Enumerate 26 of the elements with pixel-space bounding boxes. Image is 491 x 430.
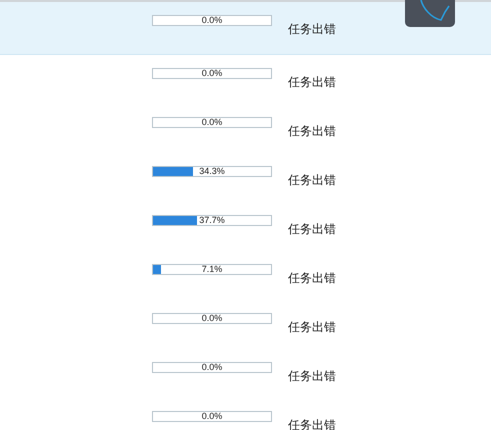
status-text: 任务出错 — [288, 270, 336, 286]
progress-text: 0.0% — [200, 117, 224, 128]
progress-text: 0.0% — [200, 411, 224, 422]
app-icon[interactable] — [405, 0, 455, 27]
progress-text: 0.0% — [200, 15, 224, 26]
progress-text: 0.0% — [200, 362, 224, 373]
progress-text: 37.7% — [198, 215, 226, 226]
task-row[interactable]: 0.0% 任务出错 — [0, 104, 491, 153]
task-row[interactable]: 0.0% 任务出错 — [0, 349, 491, 398]
status-text: 任务出错 — [288, 123, 336, 139]
status-text: 任务出错 — [288, 172, 336, 188]
progress-text: 0.0% — [200, 313, 224, 324]
status-text: 任务出错 — [288, 368, 336, 384]
status-text: 任务出错 — [288, 319, 336, 335]
task-row[interactable]: 37.7% 任务出错 — [0, 202, 491, 251]
progress-text: 7.1% — [200, 264, 224, 275]
task-row[interactable]: 7.1% 任务出错 — [0, 251, 491, 300]
status-text: 任务出错 — [288, 21, 336, 37]
task-row[interactable]: 0.0% 任务出错 — [0, 300, 491, 349]
status-text: 任务出错 — [288, 221, 336, 237]
task-row[interactable]: 0.0% 任务出错 — [0, 55, 491, 104]
progress-text: 34.3% — [198, 166, 226, 177]
progress-text: 0.0% — [200, 68, 224, 79]
task-row[interactable]: 0.0% 任务出错 — [0, 2, 491, 55]
task-row[interactable]: 34.3% 任务出错 — [0, 153, 491, 202]
status-text: 任务出错 — [288, 74, 336, 90]
